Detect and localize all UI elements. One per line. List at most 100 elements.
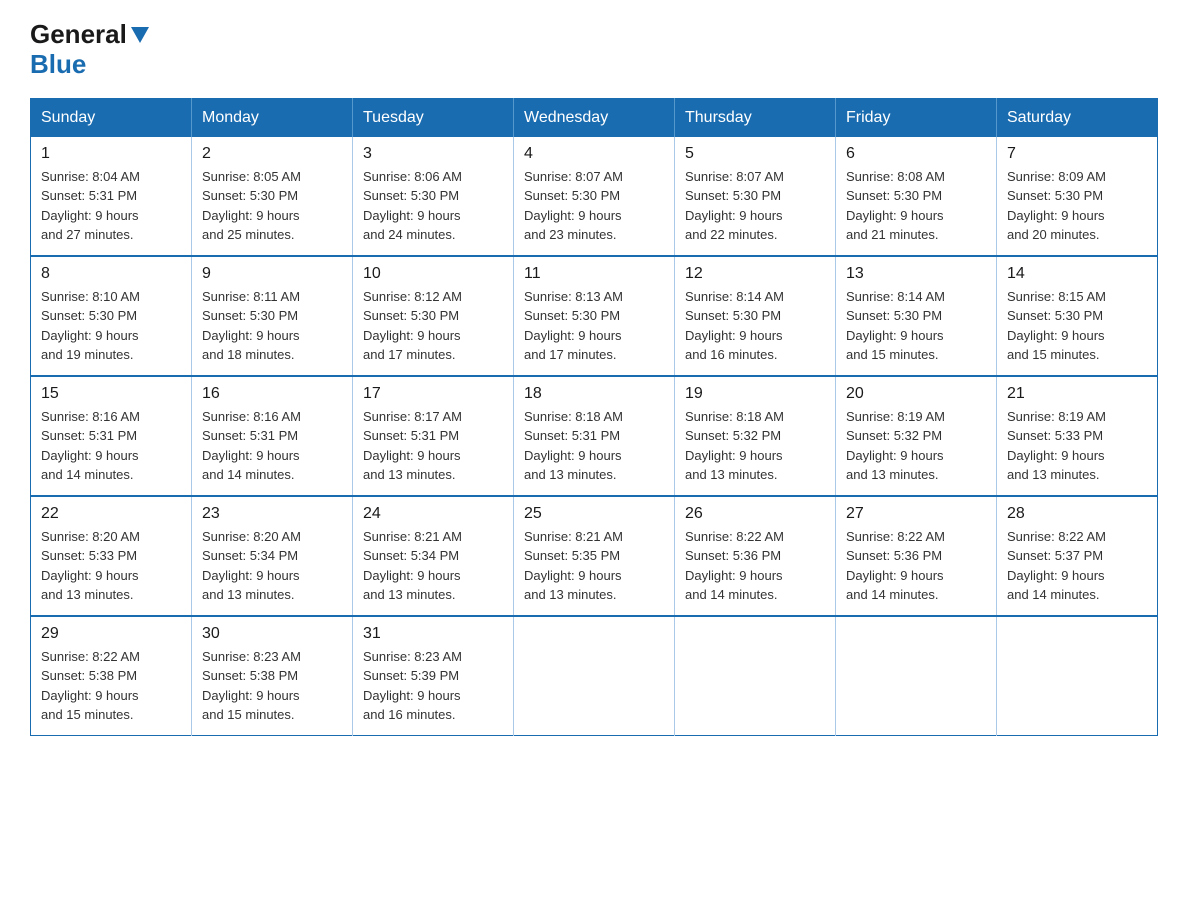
day-number: 29	[41, 625, 181, 643]
calendar-cell: 18Sunrise: 8:18 AMSunset: 5:31 PMDayligh…	[514, 376, 675, 496]
day-number: 20	[846, 385, 986, 403]
day-info: Sunrise: 8:09 AMSunset: 5:30 PMDaylight:…	[1007, 167, 1147, 245]
day-number: 27	[846, 505, 986, 523]
day-info: Sunrise: 8:11 AMSunset: 5:30 PMDaylight:…	[202, 287, 342, 365]
day-info: Sunrise: 8:06 AMSunset: 5:30 PMDaylight:…	[363, 167, 503, 245]
day-number: 12	[685, 265, 825, 283]
day-info: Sunrise: 8:21 AMSunset: 5:34 PMDaylight:…	[363, 527, 503, 605]
calendar-cell: 19 Sunrise: 8:18 AMSunset: 5:32 PMDayligh…	[675, 376, 836, 496]
day-info: Sunrise: 8:07 AMSunset: 5:30 PMDaylight:…	[524, 167, 664, 245]
calendar-cell	[836, 616, 997, 736]
day-number: 11	[524, 265, 664, 283]
calendar-cell: 28Sunrise: 8:22 AMSunset: 5:37 PMDayligh…	[997, 496, 1158, 616]
calendar-header: SundayMondayTuesdayWednesdayThursdayFrid…	[31, 98, 1158, 137]
calendar-cell: 27 Sunrise: 8:22 AMSunset: 5:36 PMDayligh…	[836, 496, 997, 616]
week-row-3: 15 Sunrise: 8:16 AMSunset: 5:31 PMDayligh…	[31, 376, 1158, 496]
calendar-cell: 25 Sunrise: 8:21 AMSunset: 5:35 PMDayligh…	[514, 496, 675, 616]
day-info: Sunrise: 8:14 AMSunset: 5:30 PMDaylight:…	[685, 287, 825, 365]
calendar-cell: 4Sunrise: 8:07 AMSunset: 5:30 PMDaylight…	[514, 137, 675, 256]
calendar-table: SundayMondayTuesdayWednesdayThursdayFrid…	[30, 98, 1158, 736]
calendar-cell: 5 Sunrise: 8:07 AMSunset: 5:30 PMDaylight…	[675, 137, 836, 256]
calendar-cell: 24 Sunrise: 8:21 AMSunset: 5:34 PMDayligh…	[353, 496, 514, 616]
day-info: Sunrise: 8:21 AMSunset: 5:35 PMDaylight:…	[524, 527, 664, 605]
header-thursday: Thursday	[675, 98, 836, 137]
header-monday: Monday	[192, 98, 353, 137]
calendar-cell: 13 Sunrise: 8:14 AMSunset: 5:30 PMDayligh…	[836, 256, 997, 376]
day-info: Sunrise: 8:20 AMSunset: 5:33 PMDaylight:…	[41, 527, 181, 605]
day-info: Sunrise: 8:14 AMSunset: 5:30 PMDaylight:…	[846, 287, 986, 365]
week-row-4: 22 Sunrise: 8:20 AMSunset: 5:33 PMDayligh…	[31, 496, 1158, 616]
header-row: SundayMondayTuesdayWednesdayThursdayFrid…	[31, 98, 1158, 137]
day-number: 15	[41, 385, 181, 403]
calendar-cell: 16 Sunrise: 8:16 AMSunset: 5:31 PMDayligh…	[192, 376, 353, 496]
day-info: Sunrise: 8:22 AMSunset: 5:38 PMDaylight:…	[41, 647, 181, 725]
day-number: 10	[363, 265, 503, 283]
day-number: 2	[202, 145, 342, 163]
day-number: 21	[1007, 385, 1147, 403]
day-number: 9	[202, 265, 342, 283]
calendar-cell: 23Sunrise: 8:20 AMSunset: 5:34 PMDayligh…	[192, 496, 353, 616]
day-number: 17	[363, 385, 503, 403]
calendar-cell: 26 Sunrise: 8:22 AMSunset: 5:36 PMDayligh…	[675, 496, 836, 616]
day-number: 28	[1007, 505, 1147, 523]
calendar-cell: 6 Sunrise: 8:08 AMSunset: 5:30 PMDaylight…	[836, 137, 997, 256]
day-info: Sunrise: 8:22 AMSunset: 5:36 PMDaylight:…	[685, 527, 825, 605]
logo: General Blue	[30, 20, 151, 80]
day-number: 25	[524, 505, 664, 523]
day-number: 19	[685, 385, 825, 403]
day-number: 23	[202, 505, 342, 523]
calendar-cell: 20 Sunrise: 8:19 AMSunset: 5:32 PMDayligh…	[836, 376, 997, 496]
week-row-2: 8 Sunrise: 8:10 AMSunset: 5:30 PMDaylight…	[31, 256, 1158, 376]
logo-arrow-icon	[129, 23, 151, 45]
calendar-cell	[675, 616, 836, 736]
day-info: Sunrise: 8:16 AMSunset: 5:31 PMDaylight:…	[202, 407, 342, 485]
calendar-cell	[997, 616, 1158, 736]
calendar-cell: 31 Sunrise: 8:23 AMSunset: 5:39 PMDayligh…	[353, 616, 514, 736]
day-number: 26	[685, 505, 825, 523]
day-info: Sunrise: 8:10 AMSunset: 5:30 PMDaylight:…	[41, 287, 181, 365]
calendar-cell: 21 Sunrise: 8:19 AMSunset: 5:33 PMDayligh…	[997, 376, 1158, 496]
calendar-cell: 17 Sunrise: 8:17 AMSunset: 5:31 PMDayligh…	[353, 376, 514, 496]
logo-general-text: General	[30, 20, 127, 49]
day-info: Sunrise: 8:22 AMSunset: 5:36 PMDaylight:…	[846, 527, 986, 605]
calendar-cell: 2 Sunrise: 8:05 AMSunset: 5:30 PMDaylight…	[192, 137, 353, 256]
calendar-cell: 7Sunrise: 8:09 AMSunset: 5:30 PMDaylight…	[997, 137, 1158, 256]
day-info: Sunrise: 8:12 AMSunset: 5:30 PMDaylight:…	[363, 287, 503, 365]
day-number: 14	[1007, 265, 1147, 283]
day-number: 8	[41, 265, 181, 283]
header-friday: Friday	[836, 98, 997, 137]
calendar-cell: 10 Sunrise: 8:12 AMSunset: 5:30 PMDayligh…	[353, 256, 514, 376]
calendar-cell: 3 Sunrise: 8:06 AMSunset: 5:30 PMDaylight…	[353, 137, 514, 256]
page-header: General Blue	[30, 20, 1158, 80]
calendar-cell: 9 Sunrise: 8:11 AMSunset: 5:30 PMDaylight…	[192, 256, 353, 376]
day-number: 22	[41, 505, 181, 523]
day-info: Sunrise: 8:19 AMSunset: 5:33 PMDaylight:…	[1007, 407, 1147, 485]
week-row-1: 1Sunrise: 8:04 AMSunset: 5:31 PMDaylight…	[31, 137, 1158, 256]
day-number: 24	[363, 505, 503, 523]
day-number: 30	[202, 625, 342, 643]
day-info: Sunrise: 8:23 AMSunset: 5:39 PMDaylight:…	[363, 647, 503, 725]
day-info: Sunrise: 8:08 AMSunset: 5:30 PMDaylight:…	[846, 167, 986, 245]
calendar-cell: 11 Sunrise: 8:13 AMSunset: 5:30 PMDayligh…	[514, 256, 675, 376]
header-wednesday: Wednesday	[514, 98, 675, 137]
day-info: Sunrise: 8:16 AMSunset: 5:31 PMDaylight:…	[41, 407, 181, 485]
day-number: 3	[363, 145, 503, 163]
day-info: Sunrise: 8:17 AMSunset: 5:31 PMDaylight:…	[363, 407, 503, 485]
calendar-cell: 1Sunrise: 8:04 AMSunset: 5:31 PMDaylight…	[31, 137, 192, 256]
day-info: Sunrise: 8:19 AMSunset: 5:32 PMDaylight:…	[846, 407, 986, 485]
day-number: 6	[846, 145, 986, 163]
day-number: 1	[41, 145, 181, 163]
calendar-cell	[514, 616, 675, 736]
day-number: 5	[685, 145, 825, 163]
day-number: 31	[363, 625, 503, 643]
day-info: Sunrise: 8:07 AMSunset: 5:30 PMDaylight:…	[685, 167, 825, 245]
day-number: 13	[846, 265, 986, 283]
day-info: Sunrise: 8:13 AMSunset: 5:30 PMDaylight:…	[524, 287, 664, 365]
day-info: Sunrise: 8:15 AMSunset: 5:30 PMDaylight:…	[1007, 287, 1147, 365]
day-info: Sunrise: 8:05 AMSunset: 5:30 PMDaylight:…	[202, 167, 342, 245]
day-number: 16	[202, 385, 342, 403]
week-row-5: 29 Sunrise: 8:22 AMSunset: 5:38 PMDayligh…	[31, 616, 1158, 736]
day-number: 18	[524, 385, 664, 403]
day-info: Sunrise: 8:18 AMSunset: 5:32 PMDaylight:…	[685, 407, 825, 485]
header-tuesday: Tuesday	[353, 98, 514, 137]
